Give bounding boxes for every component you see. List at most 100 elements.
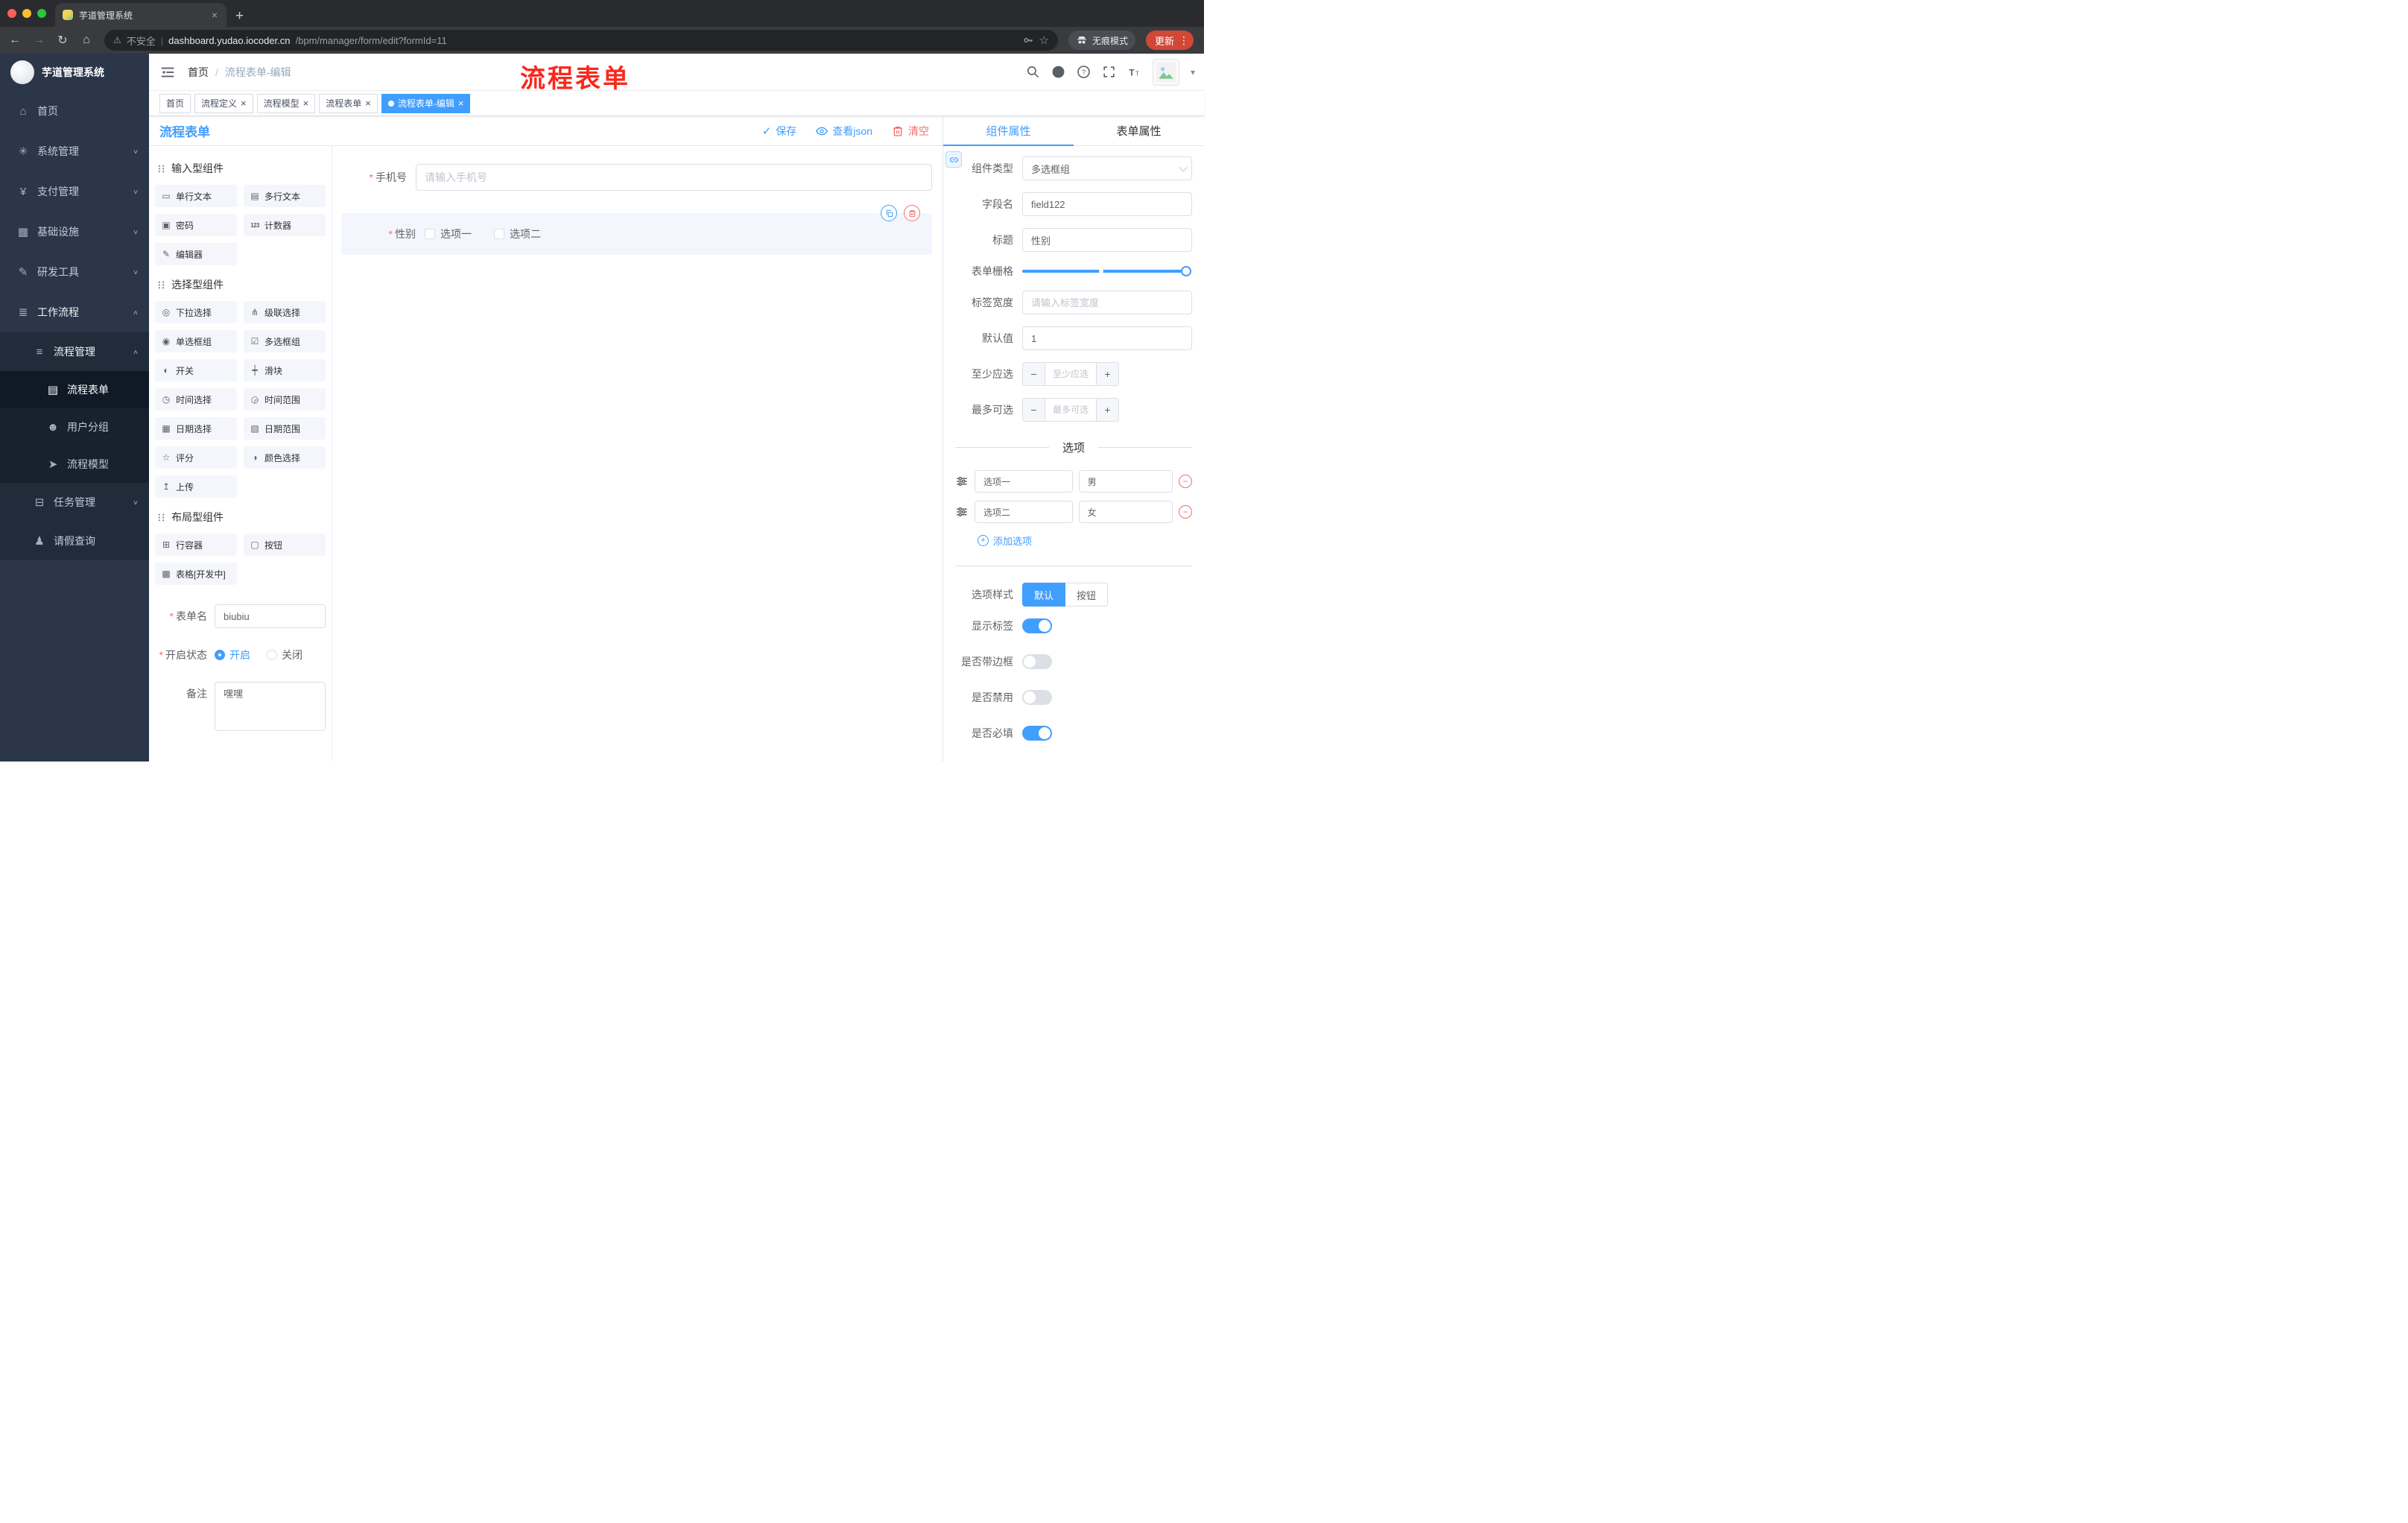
required-switch[interactable] <box>1022 726 1052 741</box>
reload-button[interactable]: ↻ <box>52 31 73 50</box>
sidebar-item[interactable]: ♟ 请假查询 <box>0 522 149 560</box>
field-name-input[interactable] <box>1022 192 1192 216</box>
user-avatar[interactable] <box>1152 58 1179 86</box>
palette-item[interactable]: ▧ 日期范围 <box>244 417 326 440</box>
avatar-caret-icon[interactable]: ▾ <box>1191 67 1195 77</box>
palette-item[interactable]: ◉ 单选框组 <box>155 330 237 352</box>
sidebar-logo[interactable]: 芋道管理系统 <box>0 54 149 91</box>
delete-field-button[interactable] <box>904 205 920 221</box>
option-drag-icon[interactable] <box>955 505 969 519</box>
clear-button[interactable]: 清空 <box>892 124 929 139</box>
minimize-window-button[interactable] <box>22 9 31 18</box>
slider-handle[interactable] <box>1181 266 1191 276</box>
view-json-button[interactable]: 查看json <box>816 124 872 139</box>
tab-component-props[interactable]: 组件属性 <box>943 116 1074 146</box>
key-icon[interactable] <box>1022 34 1034 46</box>
palette-item[interactable]: ▭ 单行文本 <box>155 185 237 207</box>
palette-item[interactable]: ✎ 编辑器 <box>155 243 237 265</box>
fullscreen-icon[interactable] <box>1102 65 1116 79</box>
tab-form-props[interactable]: 表单属性 <box>1074 116 1204 145</box>
option-drag-icon[interactable] <box>955 475 969 488</box>
sidebar-item[interactable]: ☻ 用户分组 <box>0 408 149 446</box>
palette-item[interactable]: ☑ 多选框组 <box>244 330 326 352</box>
increase-button[interactable]: + <box>1096 363 1118 385</box>
tag[interactable]: 流程表单-编辑 × <box>381 93 471 113</box>
palette-item[interactable]: ▣ 密码 <box>155 214 237 236</box>
browser-tab[interactable]: 芋道管理系统 × <box>55 3 226 27</box>
font-size-icon[interactable]: TT <box>1127 65 1141 79</box>
palette-item[interactable]: 123 计数器 <box>244 214 326 236</box>
sidebar-item[interactable]: ✎ 研发工具 ∨ <box>0 252 149 292</box>
title-input[interactable] <box>1022 228 1192 252</box>
breadcrumb-home[interactable]: 首页 <box>188 65 209 80</box>
option-name-input[interactable] <box>975 501 1073 523</box>
decrease-button[interactable]: − <box>1023 399 1045 421</box>
zoom-window-button[interactable] <box>37 9 46 18</box>
style-default-button[interactable]: 默认 <box>1022 583 1066 607</box>
gender-option-1[interactable]: 选项一 <box>425 227 472 241</box>
gender-option-2[interactable]: 选项二 <box>494 227 541 241</box>
component-type-value[interactable] <box>1022 156 1192 180</box>
style-button-button[interactable]: 按钮 <box>1065 583 1109 607</box>
bookmark-star-icon[interactable]: ☆ <box>1039 34 1049 47</box>
palette-item[interactable]: ◶ 时间范围 <box>244 388 326 411</box>
sidebar-item[interactable]: ¥ 支付管理 ∨ <box>0 171 149 212</box>
add-option-button[interactable]: + 添加选项 <box>978 533 1192 548</box>
back-button[interactable]: ← <box>4 31 25 50</box>
palette-item[interactable]: ◑ 颜色选择 <box>244 446 326 469</box>
link-icon[interactable] <box>945 151 962 168</box>
sidebar-item[interactable]: ▤ 流程表单 <box>0 371 149 408</box>
status-radio-on[interactable]: 开启 <box>215 647 250 662</box>
help-icon[interactable]: ? <box>1077 65 1091 79</box>
form-name-input[interactable] <box>215 604 326 628</box>
gender-field-block[interactable]: * 性别 选项一 选项二 <box>341 205 932 255</box>
tag[interactable]: 流程定义 × <box>194 93 253 113</box>
tag[interactable]: 流程模型 × <box>256 93 316 113</box>
tag[interactable]: 首页 <box>159 93 191 113</box>
close-window-button[interactable] <box>7 9 16 18</box>
palette-item[interactable]: ☆ 评分 <box>155 446 237 469</box>
sidebar-item[interactable]: ➤ 流程模型 <box>0 446 149 483</box>
home-button[interactable]: ⌂ <box>76 31 97 50</box>
palette-item[interactable]: ◐ 开关 <box>155 359 237 381</box>
tag-close-icon[interactable]: × <box>303 98 309 108</box>
palette-item[interactable]: ▢ 按钮 <box>244 533 326 556</box>
sidebar-item[interactable]: ≡ 流程管理 ∧ <box>0 332 149 371</box>
forward-button[interactable]: → <box>28 31 49 50</box>
palette-item[interactable]: ◎ 下拉选择 <box>155 301 237 323</box>
sidebar-item[interactable]: ⊟ 任务管理 ∨ <box>0 483 149 522</box>
option-name-input[interactable] <box>975 470 1073 493</box>
palette-item[interactable]: ▩ 表格[开发中] <box>155 563 237 585</box>
browser-menu-icon[interactable]: ⋮ <box>1179 34 1189 47</box>
sidebar-item[interactable]: ▦ 基础设施 ∨ <box>0 212 149 252</box>
tag-close-icon[interactable]: × <box>365 98 371 108</box>
save-button[interactable]: ✓ 保存 <box>762 124 797 139</box>
palette-item[interactable]: ◷ 时间选择 <box>155 388 237 411</box>
status-radio-off[interactable]: 关闭 <box>267 647 302 662</box>
option-value-input[interactable] <box>1078 470 1173 493</box>
remove-option-button[interactable]: − <box>1179 505 1192 519</box>
tag-close-icon[interactable]: × <box>241 98 247 108</box>
option-value-input[interactable] <box>1078 501 1173 523</box>
fold-sidebar-icon[interactable] <box>159 64 176 80</box>
browser-update-button[interactable]: 更新 ⋮ <box>1145 31 1194 50</box>
sidebar-item[interactable]: ≣ 工作流程 ∧ <box>0 292 149 332</box>
remark-textarea[interactable]: 嘿嘿 <box>215 682 326 731</box>
remove-option-button[interactable]: − <box>1179 475 1192 488</box>
decrease-button[interactable]: − <box>1023 363 1045 385</box>
increase-button[interactable]: + <box>1096 399 1118 421</box>
sidebar-item[interactable]: ✳ 系统管理 ∨ <box>0 131 149 171</box>
grid-slider[interactable] <box>1022 266 1191 276</box>
max-select-input[interactable] <box>1045 399 1096 421</box>
search-icon[interactable] <box>1026 65 1040 79</box>
new-tab-button[interactable]: + <box>235 9 244 23</box>
border-switch[interactable] <box>1022 654 1052 669</box>
palette-item[interactable]: ▦ 日期选择 <box>155 417 237 440</box>
show-label-switch[interactable] <box>1022 618 1052 633</box>
palette-item[interactable]: ↥ 上传 <box>155 475 237 498</box>
component-type-select[interactable] <box>1022 156 1192 180</box>
default-value-input[interactable] <box>1022 326 1192 350</box>
tag[interactable]: 流程表单 × <box>319 93 378 113</box>
disabled-switch[interactable] <box>1022 690 1052 705</box>
address-bar[interactable]: ⚠ 不安全 | dashboard.yudao.iocoder.cn/bpm/m… <box>104 30 1058 51</box>
